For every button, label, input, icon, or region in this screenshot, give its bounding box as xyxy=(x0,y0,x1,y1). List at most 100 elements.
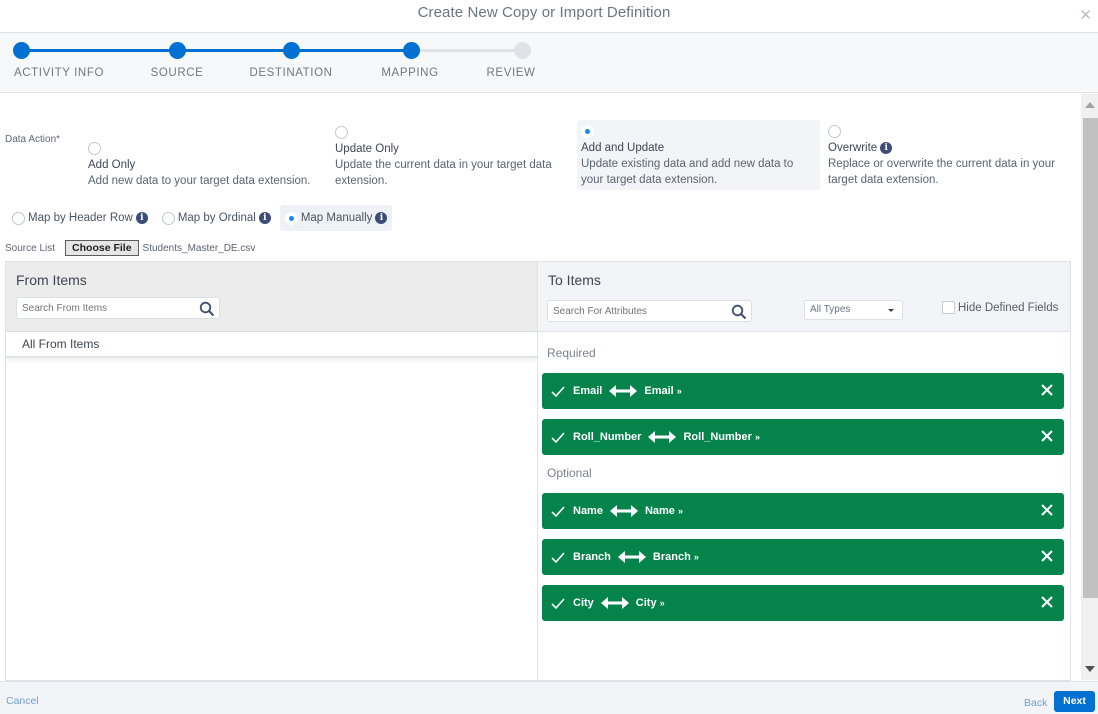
radio-add-and-update[interactable] xyxy=(581,125,594,139)
scroll-up-arrow-icon[interactable] xyxy=(1085,102,1095,108)
data-action-add-only[interactable]: Add Only Add new data to your target dat… xyxy=(84,137,324,193)
data-action-overwrite[interactable]: Overwrite i Replace or overwrite the curr… xyxy=(824,120,1069,192)
field-mapping-row[interactable]: Roll_Number Roll_Number» xyxy=(542,419,1064,455)
to-items-header: To Items All Types Hide Defined Fields xyxy=(538,262,1070,332)
search-icon[interactable] xyxy=(199,301,215,317)
option-title: Add Only xyxy=(88,159,136,171)
from-items-header: From Items xyxy=(6,262,537,332)
step-label-review: REVIEW xyxy=(486,67,536,79)
target-field[interactable]: Name xyxy=(645,505,675,517)
next-button[interactable]: Next xyxy=(1054,691,1095,712)
required-section-label: Required xyxy=(547,346,596,360)
check-icon xyxy=(551,552,565,564)
step-label-mapping: MAPPING xyxy=(381,67,439,79)
scrollbar-thumb[interactable] xyxy=(1083,118,1098,598)
remove-mapping-icon[interactable] xyxy=(1040,595,1054,609)
step-dot-destination[interactable] xyxy=(283,42,300,59)
to-items-search[interactable] xyxy=(547,300,752,322)
check-icon xyxy=(551,386,565,398)
target-suffix: » xyxy=(754,432,760,442)
radio-add-only[interactable] xyxy=(88,142,101,156)
target-field[interactable]: Branch xyxy=(653,551,691,563)
chevron-down-icon xyxy=(888,309,894,312)
bidirectional-arrow-icon xyxy=(648,431,677,443)
target-field[interactable]: City xyxy=(636,597,657,609)
cancel-button[interactable]: Cancel xyxy=(6,695,39,707)
info-icon[interactable]: i xyxy=(135,212,148,224)
field-mapping-row[interactable]: Email Email» xyxy=(542,373,1064,409)
bidirectional-arrow-icon xyxy=(609,385,638,397)
step-line-complete xyxy=(21,49,411,52)
check-icon xyxy=(551,506,565,518)
option-label: Map Manually xyxy=(300,212,373,224)
step-line-incomplete xyxy=(411,49,522,52)
search-from-items-input[interactable] xyxy=(17,299,195,318)
data-action-update-only[interactable]: Update Only Update the current data in y… xyxy=(331,121,571,193)
option-description: Replace or overwrite the current data in… xyxy=(828,158,1055,186)
step-label-destination: DESTINATION xyxy=(249,67,333,79)
selected-file-name: Students_Master_DE.csv xyxy=(142,242,256,254)
step-dot-source[interactable] xyxy=(169,42,186,59)
step-dot-mapping[interactable] xyxy=(403,42,420,59)
to-items-title: To Items xyxy=(548,272,601,288)
from-items-title: From Items xyxy=(16,272,87,288)
mapping-mode-group: Map by Header Row i Map by Ordinal i Map… xyxy=(7,205,396,231)
hide-defined-fields[interactable]: Hide Defined Fields xyxy=(942,301,1058,314)
modal-title: Create New Copy or Import Definition xyxy=(417,4,671,21)
hide-defined-fields-label: Hide Defined Fields xyxy=(958,301,1059,314)
search-attributes-input[interactable] xyxy=(548,302,727,321)
radio-map-manually[interactable] xyxy=(284,211,298,225)
source-field: City xyxy=(573,597,594,609)
target-suffix: » xyxy=(693,552,699,562)
data-action-add-and-update[interactable]: Add and Update Update existing data and … xyxy=(577,120,820,190)
source-list-label: Source List xyxy=(5,242,56,254)
modal-footer: Cancel Back Next xyxy=(0,681,1098,714)
remove-mapping-icon[interactable] xyxy=(1040,429,1054,443)
step-label-source: SOURCE xyxy=(150,67,204,79)
map-by-ordinal[interactable]: Map by Ordinal i xyxy=(157,205,276,231)
target-field[interactable]: Email xyxy=(644,385,673,397)
source-field: Branch xyxy=(573,551,611,563)
map-manually[interactable]: Map Manually i xyxy=(279,205,393,231)
step-dot-review xyxy=(514,42,531,59)
option-label: Map by Ordinal xyxy=(177,212,256,224)
remove-mapping-icon[interactable] xyxy=(1040,503,1054,517)
vertical-scrollbar[interactable] xyxy=(1081,94,1098,680)
remove-mapping-icon[interactable] xyxy=(1040,383,1054,397)
search-icon[interactable] xyxy=(731,304,747,320)
radio-map-by-header-row[interactable] xyxy=(12,211,25,225)
choose-file-button[interactable]: Choose File xyxy=(65,240,139,256)
data-action-label: Data Action* xyxy=(5,134,61,145)
bidirectional-arrow-icon xyxy=(609,505,638,517)
target-suffix: » xyxy=(677,506,683,516)
target-field[interactable]: Roll_Number xyxy=(683,431,751,443)
remove-mapping-icon[interactable] xyxy=(1040,549,1054,563)
scroll-down-arrow-icon[interactable] xyxy=(1085,666,1095,672)
map-by-header-row[interactable]: Map by Header Row i xyxy=(7,205,153,231)
close-icon[interactable]: ✕ xyxy=(1079,6,1092,24)
radio-update-only[interactable] xyxy=(335,126,348,140)
bidirectional-arrow-icon xyxy=(600,597,629,609)
back-button[interactable]: Back xyxy=(1024,697,1047,709)
step-label-activity-info: ACTIVITY INFO xyxy=(13,67,105,79)
radio-map-by-ordinal[interactable] xyxy=(161,211,175,225)
bidirectional-arrow-icon xyxy=(617,551,646,563)
target-suffix: » xyxy=(676,386,682,396)
option-description: Add new data to your target data extensi… xyxy=(88,175,311,187)
step-dot-activity-info[interactable] xyxy=(13,42,30,59)
optional-section-label: Optional xyxy=(547,466,592,480)
info-icon[interactable]: i xyxy=(880,141,893,154)
info-icon[interactable]: i xyxy=(375,212,388,224)
field-mapping-row[interactable]: City City» xyxy=(542,585,1064,621)
field-mapping-row[interactable]: Branch Branch» xyxy=(542,539,1064,575)
radio-overwrite[interactable] xyxy=(828,125,841,139)
info-icon[interactable]: i xyxy=(258,212,271,224)
modal-header: Create New Copy or Import Definition ✕ xyxy=(0,0,1098,33)
hide-defined-fields-checkbox[interactable] xyxy=(942,301,955,314)
all-from-items[interactable]: All From Items xyxy=(6,332,537,358)
field-mapping-row[interactable]: Name Name» xyxy=(542,493,1064,529)
option-title: Update Only xyxy=(335,143,399,155)
to-items-panel: To Items All Types Hide Defined Fields R… xyxy=(537,261,1071,681)
type-filter-select[interactable]: All Types xyxy=(804,300,903,320)
from-items-search[interactable] xyxy=(16,297,220,319)
